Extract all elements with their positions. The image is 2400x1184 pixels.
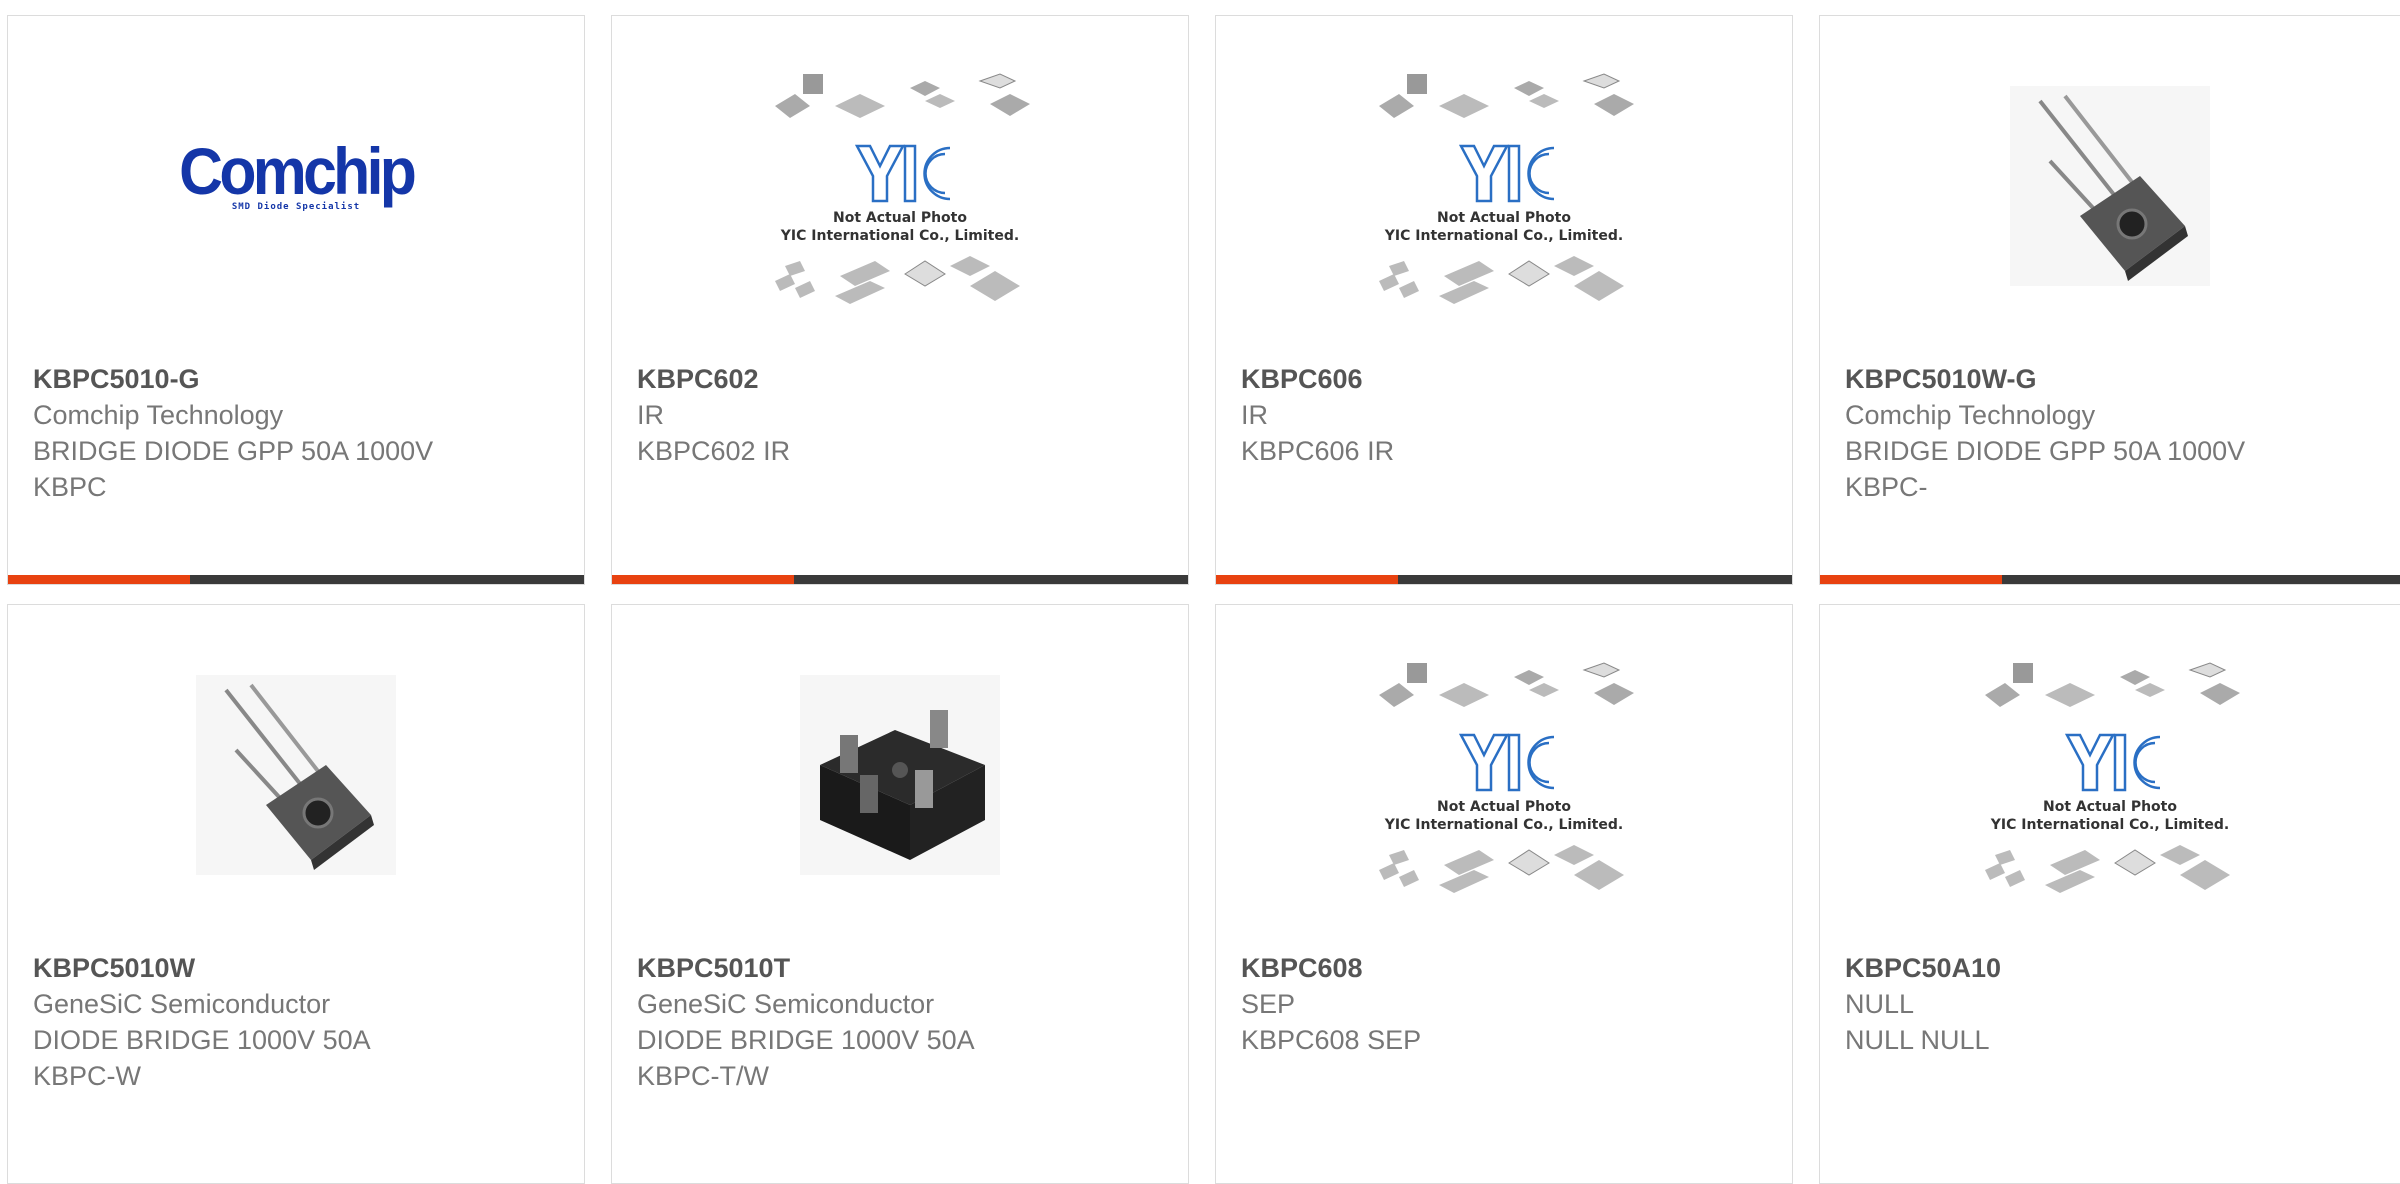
card-bar	[1820, 575, 2400, 584]
description: KBPC606 IR	[1241, 436, 1395, 466]
svg-text:YIC International Co., Limited: YIC International Co., Limited.	[1384, 817, 1623, 833]
svg-text:Not Actual Photo: Not Actual Photo	[2043, 799, 2177, 815]
manufacturer: GeneSiC Semiconductor	[33, 989, 331, 1019]
product-image	[8, 605, 584, 945]
manufacturer: Comchip Technology	[33, 400, 284, 430]
bridge-rectifier-image	[196, 675, 396, 875]
svg-text:Not Actual Photo: Not Actual Photo	[1437, 799, 1571, 815]
product-card[interactable]: KBPC5010W GeneSiC Semiconductor DIODE BR…	[7, 604, 585, 1184]
product-card[interactable]: Not Actual Photo YIC International Co., …	[1215, 15, 1793, 585]
description: NULL NULL	[1845, 1025, 1990, 1055]
description: KBPC608 SEP	[1241, 1025, 1422, 1055]
manufacturer: IR	[1241, 400, 1268, 430]
manufacturer: IR	[637, 400, 664, 430]
product-image	[612, 605, 1188, 945]
bridge-rectifier-image	[2010, 86, 2210, 286]
part-number[interactable]: KBPC50A10	[1845, 950, 2380, 986]
product-grid: Comchip SMD Diode Specialist KBPC5010-G …	[0, 0, 2400, 1184]
svg-text:YIC International Co., Limited: YIC International Co., Limited.	[1384, 228, 1623, 244]
product-image: Not Actual Photo YIC International Co., …	[612, 16, 1188, 356]
card-bar	[612, 575, 1188, 584]
svg-text:YIC International Co., Limited: YIC International Co., Limited.	[1990, 817, 2229, 833]
yic-placeholder-image: Not Actual Photo YIC International Co., …	[1379, 662, 1634, 893]
product-image: Not Actual Photo YIC International Co., …	[1216, 16, 1792, 356]
description: DIODE BRIDGE 1000V 50A	[33, 1025, 371, 1055]
svg-text:Not Actual Photo: Not Actual Photo	[1437, 210, 1571, 226]
product-card[interactable]: Comchip SMD Diode Specialist KBPC5010-G …	[7, 15, 585, 585]
product-card[interactable]: Not Actual Photo YIC International Co., …	[1215, 604, 1793, 1184]
product-card[interactable]: Not Actual Photo YIC International Co., …	[611, 15, 1189, 585]
description: KBPC602 IR	[637, 436, 791, 466]
product-image	[1820, 16, 2400, 356]
product-image: Comchip SMD Diode Specialist	[8, 16, 584, 356]
description: BRIDGE DIODE GPP 50A 1000V	[1845, 436, 2246, 466]
yic-placeholder-image: Not Actual Photo YIC International Co., …	[775, 73, 1030, 304]
card-bar	[1216, 575, 1792, 584]
part-number[interactable]: KBPC602	[637, 361, 1168, 397]
package: KBPC-W	[33, 1061, 141, 1091]
product-card[interactable]: KBPC5010T GeneSiC Semiconductor DIODE BR…	[611, 604, 1189, 1184]
card-bar	[8, 575, 584, 584]
yic-placeholder-image: Not Actual Photo YIC International Co., …	[1379, 73, 1634, 304]
manufacturer: SEP	[1241, 989, 1296, 1019]
package: KBPC-T/W	[637, 1061, 769, 1091]
manufacturer: Comchip Technology	[1845, 400, 2096, 430]
package: KBPC-	[1845, 472, 1928, 502]
svg-text:Not Actual Photo: Not Actual Photo	[833, 210, 967, 226]
yic-placeholder-image: Not Actual Photo YIC International Co., …	[1985, 662, 2240, 893]
svg-text:YIC International Co., Limited: YIC International Co., Limited.	[780, 228, 1019, 244]
product-image: Not Actual Photo YIC International Co., …	[1820, 605, 2400, 945]
manufacturer: NULL	[1845, 989, 1915, 1019]
part-number[interactable]: KBPC606	[1241, 361, 1772, 397]
product-card[interactable]: Not Actual Photo YIC International Co., …	[1819, 604, 2400, 1184]
part-number[interactable]: KBPC5010W	[33, 950, 564, 986]
product-card[interactable]: KBPC5010W-G Comchip Technology BRIDGE DI…	[1819, 15, 2400, 585]
part-number[interactable]: KBPC5010-G	[33, 361, 564, 397]
product-image: Not Actual Photo YIC International Co., …	[1216, 605, 1792, 945]
part-number[interactable]: KBPC608	[1241, 950, 1772, 986]
manufacturer: GeneSiC Semiconductor	[637, 989, 935, 1019]
part-number[interactable]: KBPC5010T	[637, 950, 1168, 986]
package: KBPC	[33, 472, 107, 502]
comchip-logo: Comchip SMD Diode Specialist	[179, 134, 417, 212]
part-number[interactable]: KBPC5010W-G	[1845, 361, 2380, 397]
description: BRIDGE DIODE GPP 50A 1000V	[33, 436, 434, 466]
bridge-rectifier-tab-image	[800, 675, 1000, 875]
description: DIODE BRIDGE 1000V 50A	[637, 1025, 975, 1055]
